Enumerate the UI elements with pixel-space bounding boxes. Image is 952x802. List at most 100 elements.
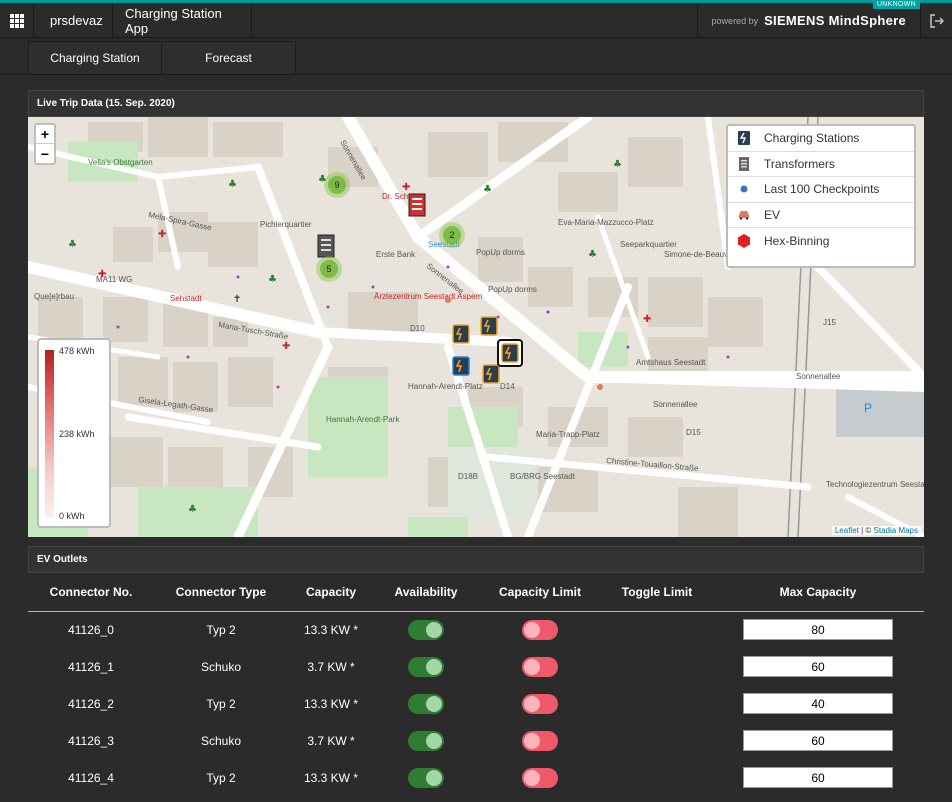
availability-cell [374, 759, 478, 796]
column-header: Availability [374, 573, 478, 612]
map-label: Maria-Trapp-Platz [536, 430, 600, 439]
availability-toggle[interactable] [408, 619, 444, 640]
leaflet-link[interactable]: Leaflet [835, 526, 859, 535]
table-header-row: Connector No. Connector Type Capacity Av… [28, 573, 924, 612]
map-label: BG/BRG Seestadt [510, 472, 576, 481]
attribution-separator: | © [858, 526, 874, 535]
connector-capacity: 3.7 KW * [307, 733, 355, 748]
legend-label: Last 100 Checkpoints [764, 182, 880, 197]
map-attribution: Leaflet | © Stadia Maps [831, 526, 921, 535]
connector-type: Typ 2 [206, 770, 236, 785]
map-label: D18B [458, 472, 478, 481]
environment-badge: UNKNOWN [872, 0, 920, 9]
max-capacity-input[interactable] [743, 767, 893, 788]
brand-logo: SIEMENS MindSphere [764, 13, 906, 28]
map-label: Hannah-Arendt-Platz [408, 382, 483, 391]
logout-button[interactable] [921, 3, 952, 38]
availability-toggle[interactable] [408, 730, 444, 751]
legend-item-checkpoints[interactable]: Last 100 Checkpoints [728, 177, 914, 203]
svg-text:♣: ♣ [613, 159, 622, 170]
scale-mid-label: 238 kWh [59, 429, 95, 439]
max-capacity-input[interactable] [743, 656, 893, 677]
toggle-limit-cell [602, 611, 712, 648]
max-capacity-input[interactable] [743, 730, 893, 751]
connector-type: Typ 2 [206, 622, 236, 637]
logout-icon [929, 13, 944, 28]
map-label: Seeparkquartier [620, 240, 677, 249]
powered-by-text: powered by [711, 15, 759, 26]
map-label: Ärztezentrum Seestadt Aspern [374, 292, 483, 301]
tenant-name[interactable]: prsdevaz [38, 3, 113, 38]
map-label: J15 [823, 318, 836, 327]
svg-text:✝: ✝ [233, 294, 241, 305]
map-label: Eva-Maria-Mazzucco-Platz [558, 218, 654, 227]
charging-station-marker [452, 324, 470, 344]
map-label: Sonnenallee [653, 400, 698, 409]
max-capacity-input[interactable] [743, 619, 893, 641]
svg-text:✚: ✚ [282, 341, 290, 352]
legend-item-transformers[interactable]: Transformers [728, 152, 914, 177]
capacity-limit-cell [478, 759, 602, 796]
column-header: Capacity [288, 573, 374, 612]
cluster-marker[interactable]: 5 [316, 256, 342, 282]
legend-label: EV [764, 207, 781, 222]
legend-item-charging-stations[interactable]: Charging Stations [728, 126, 914, 152]
capacity-limit-toggle[interactable] [522, 730, 558, 751]
svg-text:♣: ♣ [68, 239, 77, 250]
zoom-control: + − [34, 123, 56, 165]
map-label: Pichlerquartier [260, 220, 312, 229]
zoom-in-button[interactable]: + [36, 125, 54, 144]
map-label: Sonnenallee [796, 372, 841, 381]
svg-text:✚: ✚ [98, 269, 106, 280]
legend-item-hex-binning[interactable]: Hex-Binning [728, 228, 914, 254]
stadia-link[interactable]: Stadia Maps [874, 526, 918, 535]
outlets-table: Connector No. Connector Type Capacity Av… [28, 573, 924, 798]
app-launcher-button[interactable] [0, 3, 34, 38]
outlets-panel-title: EV Outlets [28, 546, 924, 573]
table-row: 41126_0 Typ 2 13.3 KW * [28, 611, 924, 648]
legend-item-ev[interactable]: EV [728, 203, 914, 228]
tab-charging-station[interactable]: Charging Station [28, 41, 162, 74]
availability-toggle[interactable] [408, 767, 444, 788]
capacity-limit-toggle[interactable] [522, 619, 558, 640]
cluster-count: 5 [320, 260, 338, 278]
capacity-limit-toggle[interactable] [522, 693, 558, 714]
main-tabs: Charging Station Forecast [28, 41, 296, 74]
checkpoint-dot-icon [734, 179, 754, 199]
cluster-marker[interactable]: 2 [439, 222, 465, 248]
transformer-marker [408, 193, 426, 217]
svg-text:♣: ♣ [483, 184, 492, 195]
toggle-limit-cell [602, 685, 712, 722]
scale-min-label: 0 kWh [59, 511, 85, 521]
availability-cell [374, 611, 478, 648]
car-icon [734, 205, 754, 225]
max-capacity-input[interactable] [743, 693, 893, 714]
cluster-marker[interactable]: 9 [324, 172, 350, 198]
map-view[interactable]: Vella's Obstgarten Mela-Spira-Gasse Pich… [28, 117, 924, 537]
charging-station-marker-selected [497, 339, 523, 367]
max-capacity-cell [712, 759, 924, 796]
tab-forecast[interactable]: Forecast [162, 41, 296, 74]
availability-toggle[interactable] [408, 656, 444, 677]
max-capacity-cell [712, 722, 924, 759]
table-row: 41126_4 Typ 2 13.3 KW * [28, 759, 924, 796]
map-label: D15 [686, 428, 701, 437]
column-header: Connector Type [154, 573, 288, 612]
capacity-limit-toggle[interactable] [522, 767, 558, 788]
charging-station-marker [480, 316, 498, 336]
availability-cell [374, 685, 478, 722]
connector-capacity: 3.7 KW * [307, 659, 355, 674]
app-title[interactable]: Charging Station App [113, 3, 252, 38]
column-header: Connector No. [28, 573, 154, 612]
map-label: Sehstadt [170, 294, 202, 303]
map-label: Vella's Obstgarten [88, 158, 153, 167]
capacity-limit-toggle[interactable] [522, 656, 558, 677]
column-header: Toggle Limit [602, 573, 712, 612]
cluster-count: 9 [328, 176, 346, 194]
legend-label: Transformers [764, 156, 835, 171]
availability-cell [374, 722, 478, 759]
table-row: 41126_2 Typ 2 13.3 KW * [28, 685, 924, 722]
availability-toggle[interactable] [408, 693, 444, 714]
zoom-out-button[interactable]: − [36, 144, 54, 163]
charging-station-icon [734, 128, 754, 148]
